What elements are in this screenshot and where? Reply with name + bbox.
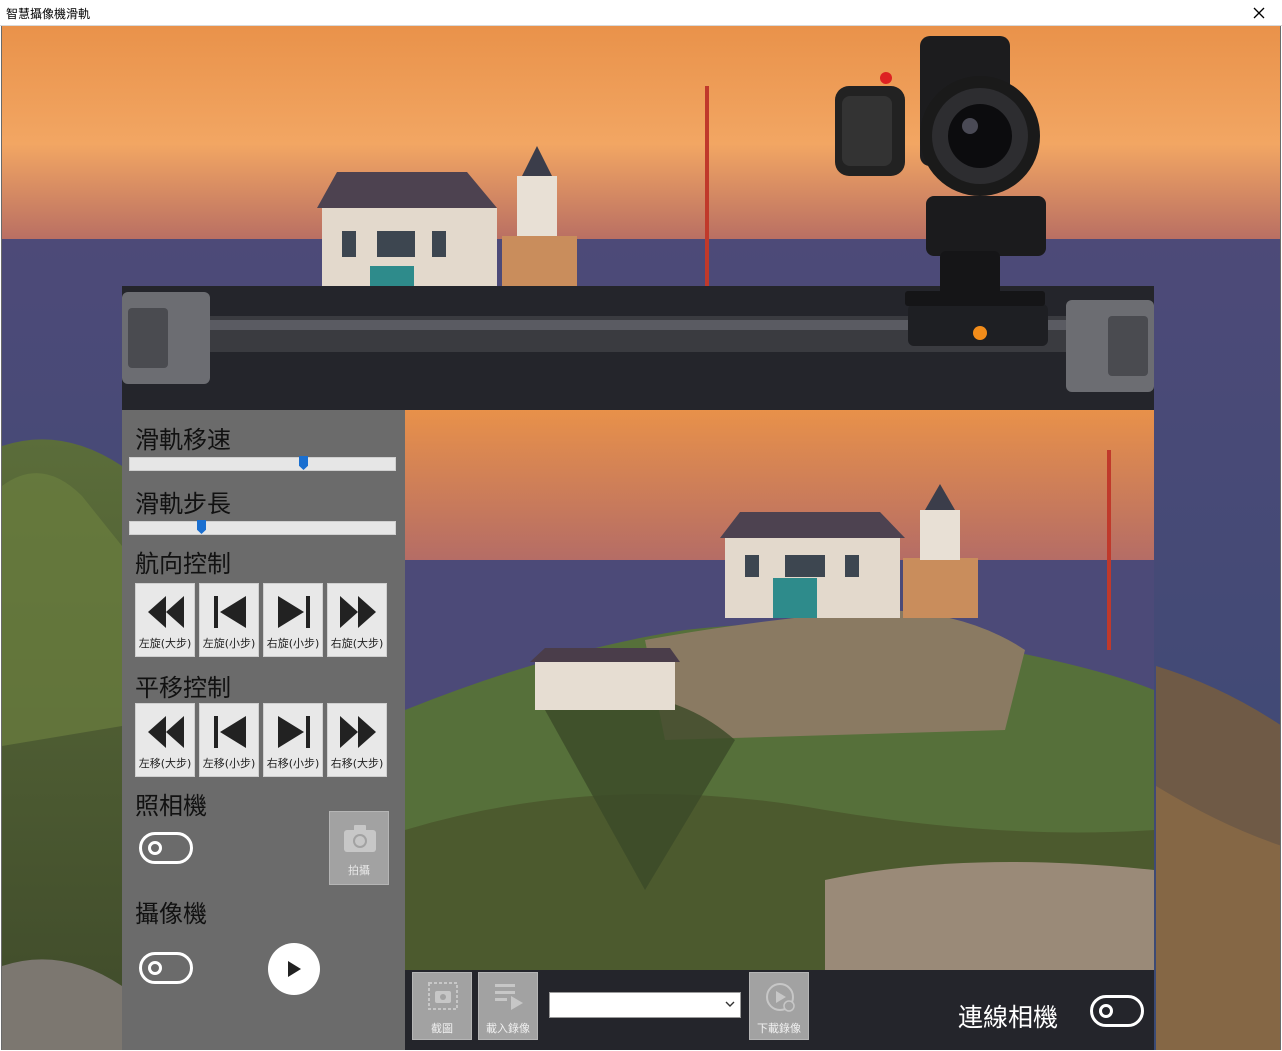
- camera-preview: [405, 410, 1154, 970]
- button-label: 右旋(大步): [330, 637, 384, 650]
- toggle-knob: [148, 961, 162, 975]
- skip-back-icon: [214, 596, 246, 628]
- toggle-knob: [1099, 1004, 1113, 1018]
- screenshot-icon: [428, 982, 458, 1010]
- rotate-left-small-button[interactable]: 左旋(小步): [199, 583, 259, 657]
- video-camera-heading: 攝像機: [135, 900, 207, 928]
- video-camera-image: [835, 36, 1046, 306]
- rail-speed-slider[interactable]: [129, 456, 396, 471]
- load-video-label: 載入錄像: [486, 1022, 530, 1035]
- download-video-label: 下載錄像: [757, 1022, 801, 1035]
- skip-forward-icon: [278, 596, 310, 628]
- play-button[interactable]: [268, 943, 320, 995]
- photo-camera-heading: 照相機: [135, 792, 207, 820]
- shoot-photo-button[interactable]: 拍攝: [329, 811, 389, 885]
- move-right-small-button[interactable]: 右移(小步): [263, 703, 323, 777]
- move-left-small-button[interactable]: 左移(小步): [199, 703, 259, 777]
- move-left-large-button[interactable]: 左移(大步): [135, 703, 195, 777]
- control-panel: 滑軌移速 滑軌步長 航向控制 左旋(大步) 左旋(小步) 右旋(小步) 右旋(大…: [122, 410, 405, 1050]
- download-video-icon: [766, 983, 795, 1012]
- rail-step-slider[interactable]: [129, 520, 396, 535]
- play-icon: [288, 961, 301, 977]
- rewind-icon: [148, 716, 184, 748]
- download-video-button[interactable]: 下載錄像: [749, 972, 809, 1040]
- button-label: 左移(小步): [202, 757, 256, 770]
- close-icon: [1253, 7, 1265, 19]
- screenshot-label: 截圖: [431, 1022, 453, 1035]
- camera-preview-image: [405, 410, 1154, 970]
- chevron-down-icon: [725, 1001, 735, 1007]
- button-label: 右移(大步): [330, 757, 384, 770]
- rotate-right-small-button[interactable]: 右旋(小步): [263, 583, 323, 657]
- button-label: 右移(小步): [266, 757, 320, 770]
- skip-back-icon: [214, 716, 246, 748]
- button-label: 左旋(小步): [202, 637, 256, 650]
- button-label: 左旋(大步): [138, 637, 192, 650]
- fast-forward-icon: [340, 716, 376, 748]
- window-title: 智慧攝像機滑軌: [6, 7, 91, 21]
- button-label: 右旋(小步): [266, 637, 320, 650]
- skip-forward-icon: [278, 716, 310, 748]
- shoot-label: 拍攝: [348, 864, 370, 877]
- heading-control-heading: 航向控制: [135, 550, 231, 578]
- fast-forward-icon: [340, 596, 376, 628]
- close-button[interactable]: [1236, 0, 1282, 26]
- rewind-icon: [148, 596, 184, 628]
- rotate-left-large-button[interactable]: 左旋(大步): [135, 583, 195, 657]
- video-file-dropdown[interactable]: [549, 992, 741, 1018]
- playlist-icon: [495, 984, 523, 1010]
- move-right-large-button[interactable]: 右移(大步): [327, 703, 387, 777]
- rail-step-heading: 滑軌步長: [135, 490, 231, 518]
- pan-control-heading: 平移控制: [135, 674, 231, 702]
- screenshot-button[interactable]: 截圖: [412, 972, 472, 1040]
- camera-icon: [344, 825, 376, 852]
- load-video-button[interactable]: 載入錄像: [478, 972, 538, 1040]
- video-camera-toggle[interactable]: [139, 952, 193, 984]
- bottom-toolbar: 截圖 載入錄像 下載錄像 連線相機: [405, 970, 1154, 1050]
- rail-speed-heading: 滑軌移速: [135, 426, 231, 454]
- connect-camera-toggle[interactable]: [1090, 995, 1144, 1027]
- rotate-right-large-button[interactable]: 右旋(大步): [327, 583, 387, 657]
- title-bar: 智慧攝像機滑軌: [0, 0, 1282, 26]
- slider-thumb[interactable]: [299, 456, 308, 470]
- photo-camera-toggle[interactable]: [139, 832, 193, 864]
- toggle-knob: [148, 841, 162, 855]
- slider-thumb[interactable]: [197, 520, 206, 534]
- heading-control-buttons: 左旋(大步) 左旋(小步) 右旋(小步) 右旋(大步): [135, 583, 387, 657]
- pan-control-buttons: 左移(大步) 左移(小步) 右移(小步) 右移(大步): [135, 703, 387, 777]
- button-label: 左移(大步): [138, 757, 192, 770]
- connect-camera-label: 連線相機: [958, 1003, 1059, 1032]
